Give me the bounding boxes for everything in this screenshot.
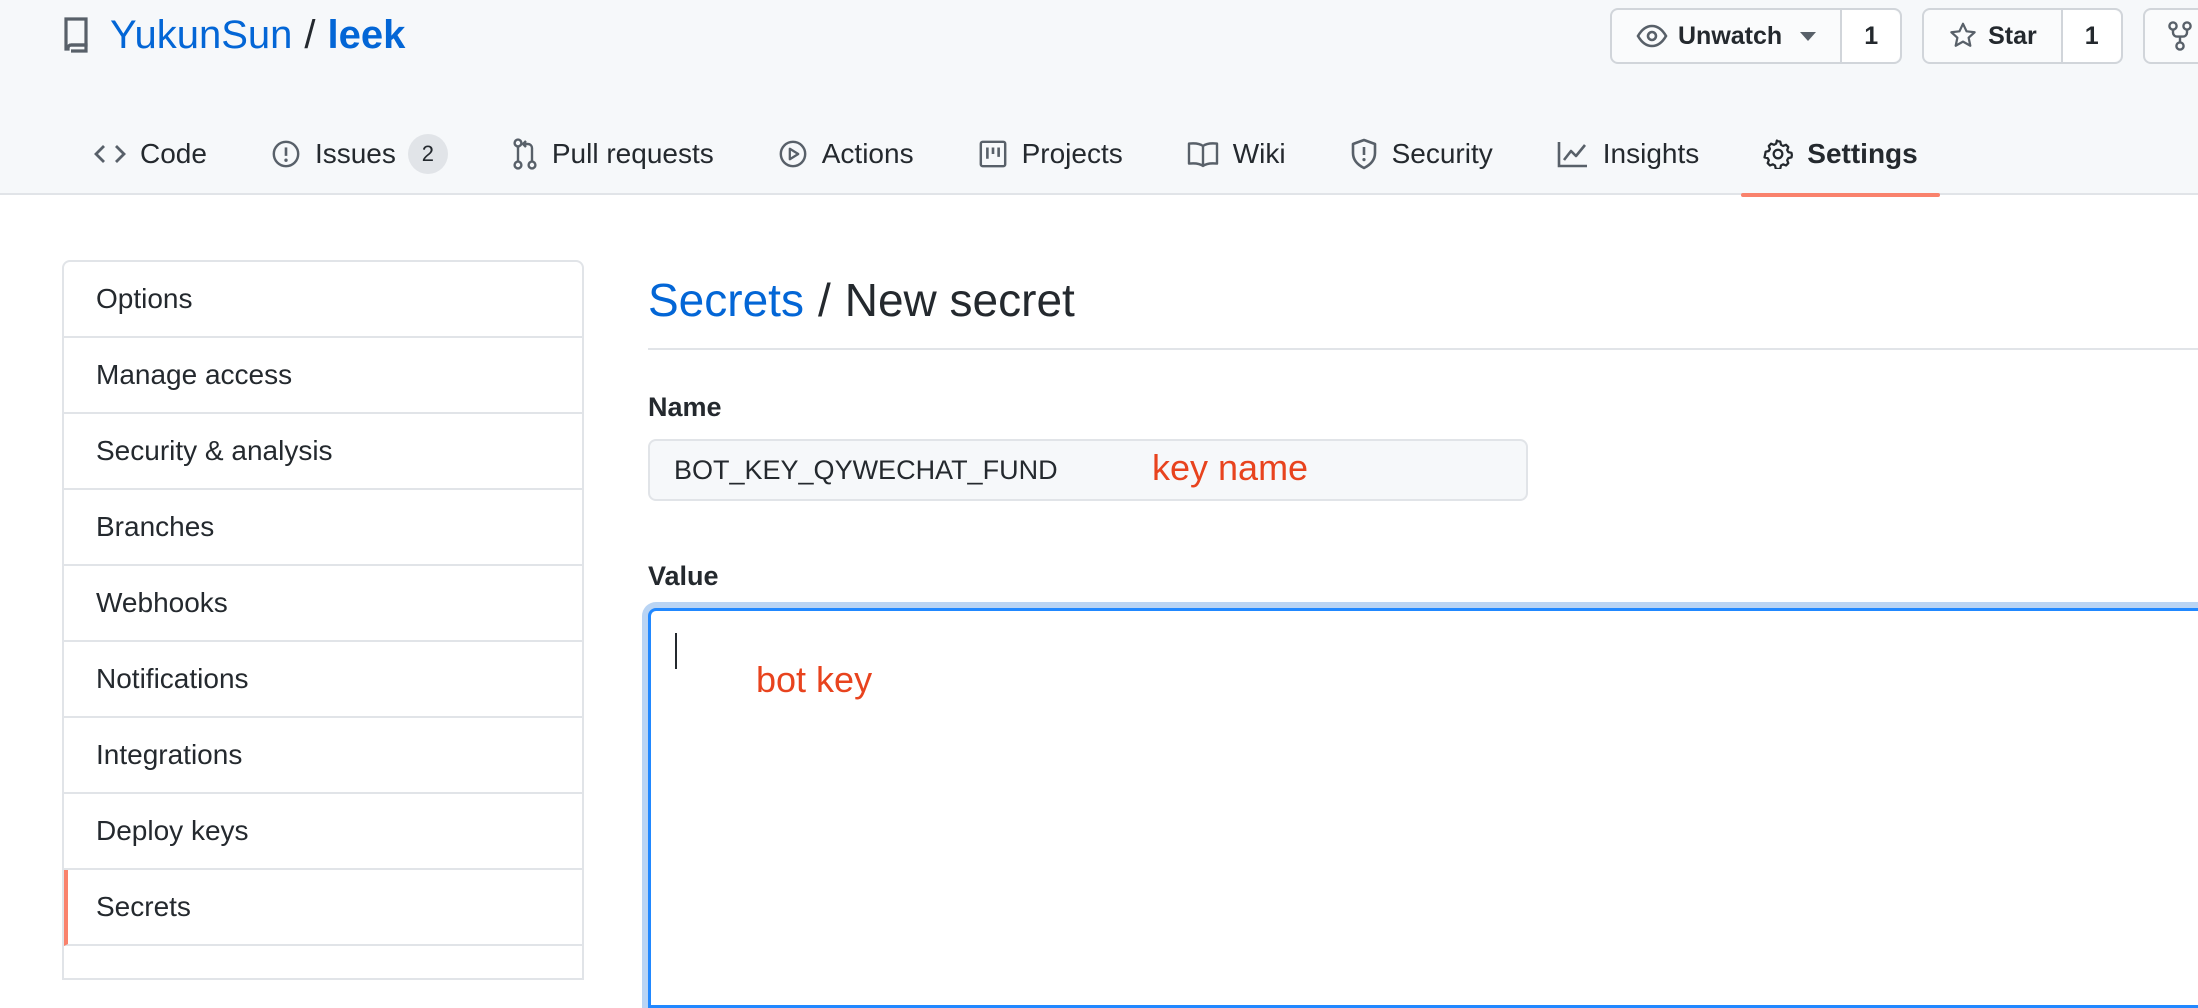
- tab-insights[interactable]: Insights: [1535, 112, 1722, 195]
- repo-icon: [62, 17, 92, 53]
- secret-name-value: BOT_KEY_QYWECHAT_FUND: [674, 454, 1058, 485]
- star-button-group: Star 1: [1922, 8, 2123, 64]
- sidebar-item-notifications[interactable]: Notifications: [64, 642, 582, 718]
- sidebar-item-options[interactable]: Options: [64, 262, 582, 338]
- repo-owner-link[interactable]: YukunSun: [110, 13, 292, 58]
- tab-settings[interactable]: Settings: [1741, 112, 1941, 197]
- bot-key-annotation: bot key: [756, 659, 873, 700]
- settings-sidebar: Options Manage access Security & analysi…: [62, 260, 584, 980]
- repo-name-link[interactable]: leek: [328, 13, 406, 58]
- key-name-annotation: key name: [1152, 447, 1309, 488]
- repo-actions: Unwatch 1 Star 1: [1610, 8, 2198, 64]
- tab-code[interactable]: Code: [72, 112, 229, 195]
- tab-wiki[interactable]: Wiki: [1165, 112, 1308, 195]
- breadcrumb-separator: /: [817, 274, 831, 326]
- repo-separator: /: [304, 12, 316, 57]
- secret-name-input[interactable]: BOT_KEY_QYWECHAT_FUND key name: [648, 439, 1528, 501]
- value-field-label: Value: [648, 561, 719, 591]
- star-label: Star: [1988, 21, 2037, 50]
- chevron-down-icon: [1800, 31, 1817, 41]
- tab-security-label: Security: [1391, 137, 1493, 169]
- tab-security[interactable]: Security: [1328, 112, 1515, 195]
- issue-icon: [272, 140, 300, 167]
- tab-issues-label: Issues: [314, 137, 396, 169]
- watch-count[interactable]: 1: [1840, 10, 1901, 62]
- sidebar-item-branches[interactable]: Branches: [64, 490, 582, 566]
- book-icon: [1187, 141, 1218, 167]
- tab-actions[interactable]: Actions: [756, 112, 936, 195]
- repo-header: YukunSun / leek Unwatch 1 Star 1 Code Is…: [0, 0, 2198, 197]
- star-icon: [1950, 22, 1976, 47]
- star-button[interactable]: Star: [1924, 10, 2061, 62]
- page-title: Secrets / New secret: [648, 260, 2198, 350]
- repo-nav: Code Issues 2 Pull requests Actions Proj…: [72, 112, 1960, 197]
- sidebar-item-deploy-keys[interactable]: Deploy keys: [64, 794, 582, 870]
- tab-pull-requests-label: Pull requests: [551, 137, 714, 169]
- main-content: Secrets / New secret Name BOT_KEY_QYWECH…: [648, 260, 2198, 1008]
- watch-button-group: Unwatch 1: [1610, 8, 1903, 64]
- star-count[interactable]: 1: [2060, 10, 2121, 62]
- tab-insights-label: Insights: [1602, 137, 1700, 169]
- breadcrumb-current: New secret: [844, 274, 1075, 326]
- fork-button[interactable]: [2142, 8, 2198, 64]
- issues-counter: 2: [407, 133, 448, 174]
- secret-value-textarea[interactable]: bot key: [648, 608, 2198, 1008]
- unwatch-button[interactable]: Unwatch: [1612, 10, 1840, 62]
- tab-actions-label: Actions: [821, 137, 914, 169]
- tab-code-label: Code: [140, 137, 207, 169]
- sidebar-item-webhooks[interactable]: Webhooks: [64, 566, 582, 642]
- shield-icon: [1351, 138, 1376, 169]
- gear-icon: [1763, 138, 1794, 169]
- sidebar-item-manage-access[interactable]: Manage access: [64, 338, 582, 414]
- tab-wiki-label: Wiki: [1232, 137, 1286, 169]
- sidebar-item-secrets[interactable]: Secrets: [64, 870, 582, 946]
- unwatch-label: Unwatch: [1678, 21, 1783, 50]
- tab-issues[interactable]: Issues 2: [249, 112, 470, 195]
- repo-title: YukunSun / leek: [62, 8, 405, 62]
- sidebar-item-security-analysis[interactable]: Security & analysis: [64, 414, 582, 490]
- code-icon: [94, 144, 126, 163]
- breadcrumb-secrets-link[interactable]: Secrets: [648, 273, 804, 327]
- tab-pull-requests[interactable]: Pull requests: [490, 112, 736, 195]
- text-cursor: [675, 633, 677, 669]
- eye-icon: [1636, 24, 1668, 48]
- graph-icon: [1557, 141, 1587, 167]
- play-icon: [779, 140, 807, 167]
- tab-settings-label: Settings: [1807, 137, 1918, 169]
- tab-projects-label: Projects: [1021, 137, 1123, 169]
- pull-request-icon: [513, 137, 537, 170]
- tab-projects[interactable]: Projects: [956, 112, 1145, 195]
- sidebar-item-integrations[interactable]: Integrations: [64, 718, 582, 794]
- project-icon: [979, 140, 1006, 167]
- fork-icon: [2167, 21, 2192, 51]
- name-field-label: Name: [648, 392, 722, 422]
